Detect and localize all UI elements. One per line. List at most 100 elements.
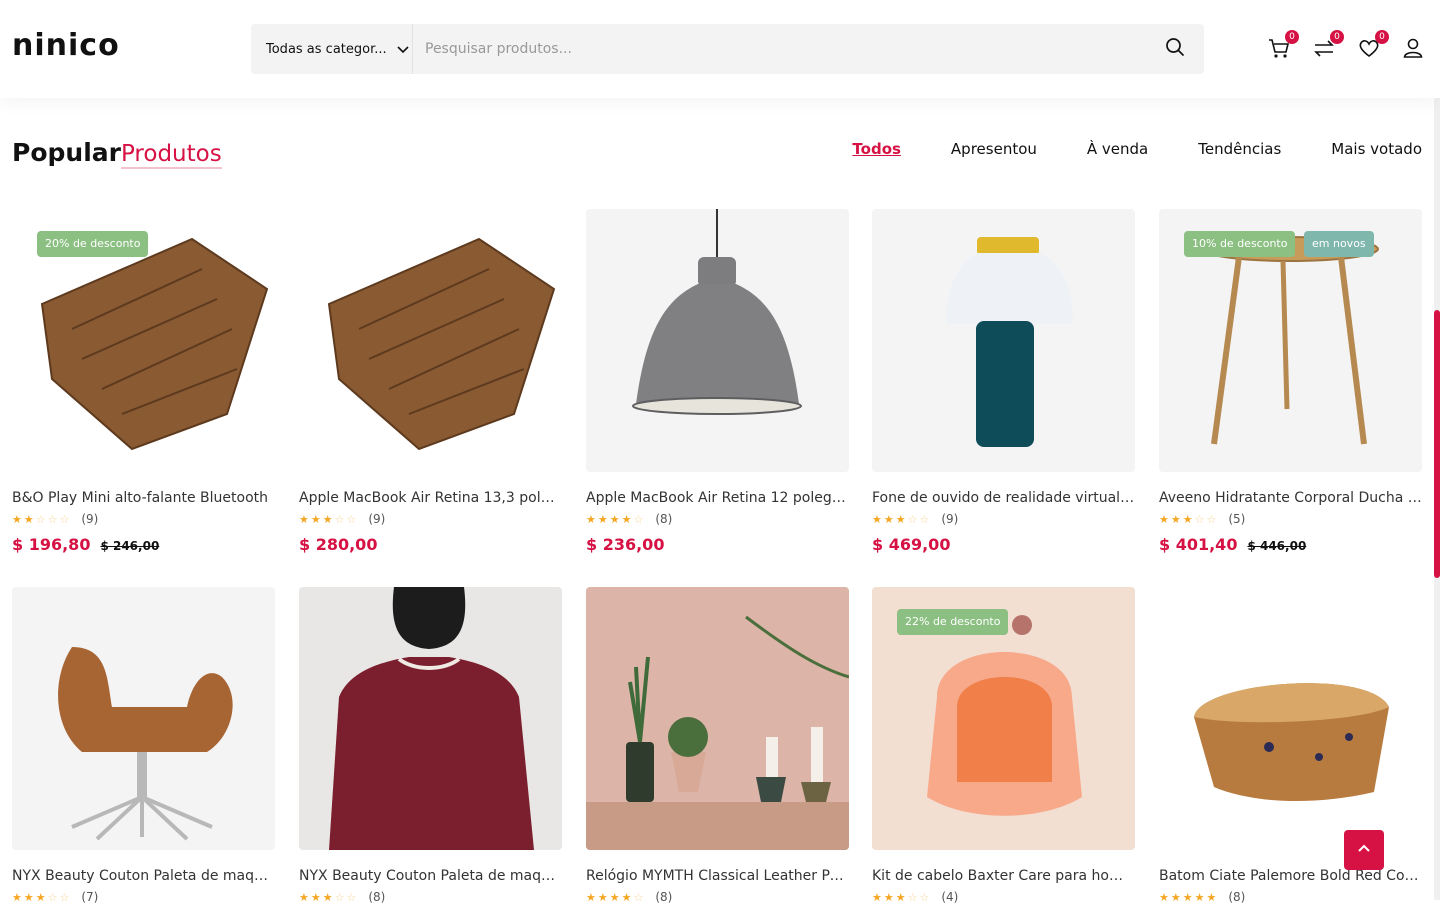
wishlist-count-badge: 0 <box>1375 30 1389 44</box>
discount-badge: 22% de desconto <box>897 609 1009 635</box>
star-rating-icon: ★★★★★ <box>1159 890 1219 904</box>
tab-mais-votado[interactable]: Mais votado <box>1331 140 1422 158</box>
search-bar: Todas as categor... <box>251 24 1204 74</box>
product-title[interactable]: Apple MacBook Air Retina 13,3 poleg... <box>299 490 562 506</box>
heart-icon <box>1357 40 1381 64</box>
product-image[interactable] <box>586 209 849 472</box>
product-card: Apple MacBook Air Retina 13,3 poleg... ★… <box>299 209 562 554</box>
star-rating-icon: ★★★☆☆ <box>299 512 359 526</box>
product-image[interactable] <box>872 209 1135 472</box>
product-image[interactable] <box>12 587 275 850</box>
product-rating: ★★★☆☆ (9) <box>872 512 1135 526</box>
review-count: (5) <box>1228 512 1246 526</box>
star-rating-icon: ★★★☆☆ <box>872 890 932 904</box>
product-image[interactable] <box>299 209 562 472</box>
product-title[interactable]: Batom Ciate Palemore Bold Red Color <box>1159 868 1422 884</box>
search-button[interactable] <box>1146 24 1204 74</box>
new-badge: em novos <box>1304 231 1374 257</box>
page-scrollbar[interactable] <box>1434 0 1440 900</box>
sweater-icon <box>299 587 562 850</box>
tab-apresentou[interactable]: Apresentou <box>951 140 1037 158</box>
category-select[interactable]: Todas as categor... <box>251 24 413 74</box>
product-price: $ 196,80 $ 246,00 <box>12 535 275 554</box>
product-rating: ★★★★★ (8) <box>1159 890 1422 904</box>
site-logo[interactable]: ninico <box>12 28 120 63</box>
product-title[interactable]: Apple MacBook Air Retina 12 polegad... <box>586 490 849 506</box>
table-lamp-icon <box>946 237 1073 447</box>
review-count: (9) <box>81 512 99 526</box>
tab-tendencias[interactable]: Tendências <box>1198 140 1281 158</box>
product-title[interactable]: Relógio MYMTH Classical Leather Preto <box>586 868 849 884</box>
section-title-main: Popular <box>12 138 121 167</box>
product-title[interactable]: NYX Beauty Couton Paleta de maquia... <box>12 868 275 884</box>
cart-button[interactable]: 0 <box>1267 30 1299 64</box>
product-title[interactable]: B&O Play Mini alto-falante Bluetooth <box>12 490 275 506</box>
review-count: (9) <box>941 512 959 526</box>
product-rating: ★★★☆☆ (7) <box>12 890 275 904</box>
product-title[interactable]: Aveeno Hidratante Corporal Ducha 45... <box>1159 490 1422 506</box>
review-count: (8) <box>1228 890 1246 904</box>
compare-count-badge: 0 <box>1330 30 1344 44</box>
product-card: NYX Beauty Couton Paleta de maquia... ★★… <box>299 587 562 904</box>
current-price: $ 196,80 <box>12 535 91 554</box>
product-image[interactable] <box>586 587 849 850</box>
product-rating: ★★★★☆ (8) <box>586 512 849 526</box>
star-rating-icon: ★★☆☆☆ <box>12 512 72 526</box>
product-rating: ★★★☆☆ (8) <box>299 890 562 904</box>
chevron-up-icon <box>1357 841 1371 860</box>
scrollbar-thumb[interactable] <box>1434 310 1440 578</box>
category-select-label: Todas as categor... <box>266 41 387 57</box>
review-count: (8) <box>655 890 673 904</box>
review-count: (4) <box>941 890 959 904</box>
star-rating-icon: ★★★☆☆ <box>12 890 72 904</box>
compare-button[interactable]: 0 <box>1312 30 1344 64</box>
bread-slices-icon <box>327 237 556 451</box>
product-card: Relógio MYMTH Classical Leather Preto ★★… <box>586 587 849 904</box>
current-price: $ 469,00 <box>872 535 951 554</box>
product-image[interactable] <box>1159 587 1422 850</box>
section-title: PopularProdutos <box>12 138 222 169</box>
tab-todos[interactable]: Todos <box>852 140 901 158</box>
compare-arrows-icon <box>1312 40 1336 64</box>
current-price: $ 401,40 <box>1159 535 1238 554</box>
review-count: (9) <box>368 512 386 526</box>
product-image[interactable] <box>299 587 562 850</box>
discount-badge: 20% de desconto <box>37 231 149 257</box>
old-price: $ 246,00 <box>100 539 160 553</box>
search-input[interactable] <box>413 24 1146 74</box>
product-card: 22% de desconto Kit de cabelo Baxter Car… <box>872 587 1135 904</box>
tab-a-venda[interactable]: À venda <box>1087 140 1148 158</box>
wishlist-button[interactable]: 0 <box>1357 30 1389 64</box>
product-card: 10% de desconto em novos Aveeno Hidratan… <box>1159 209 1422 554</box>
search-icon <box>1165 37 1185 61</box>
product-title[interactable]: Kit de cabelo Baxter Care para homen... <box>872 868 1135 884</box>
account-button[interactable] <box>1401 36 1427 62</box>
lounge-chair-icon <box>58 647 233 841</box>
product-card: NYX Beauty Couton Paleta de maquia... ★★… <box>12 587 275 904</box>
discount-badge: 10% de desconto <box>1184 231 1296 257</box>
chevron-down-icon <box>396 42 410 56</box>
product-image[interactable]: 10% de desconto em novos <box>1159 209 1422 472</box>
product-title[interactable]: Fone de ouvido de realidade virtual S... <box>872 490 1135 506</box>
product-image[interactable]: 20% de desconto <box>12 209 275 472</box>
product-image[interactable]: 22% de desconto <box>872 587 1135 850</box>
cart-count-badge: 0 <box>1285 30 1299 44</box>
product-card: 20% de desconto B&O Play Mini alto-falan… <box>12 209 275 554</box>
cart-icon <box>1267 39 1291 64</box>
section-title-accent: Produtos <box>120 141 222 169</box>
product-title[interactable]: NYX Beauty Couton Paleta de maquia... <box>299 868 562 884</box>
product-rating: ★★★★☆ (8) <box>586 890 849 904</box>
star-rating-icon: ★★★☆☆ <box>1159 512 1219 526</box>
scroll-to-top-button[interactable] <box>1344 830 1384 870</box>
product-card: Fone de ouvido de realidade virtual S...… <box>872 209 1135 554</box>
old-price: $ 446,00 <box>1247 539 1307 553</box>
review-count: (8) <box>368 890 386 904</box>
crumb-cake-icon <box>1194 683 1389 802</box>
star-rating-icon: ★★★★☆ <box>586 512 646 526</box>
star-rating-icon: ★★★☆☆ <box>299 890 359 904</box>
pendant-lamp-icon <box>632 209 802 415</box>
product-rating: ★★☆☆☆ (9) <box>12 512 275 526</box>
star-rating-icon: ★★★☆☆ <box>872 512 932 526</box>
product-price: $ 280,00 <box>299 535 562 554</box>
product-rating: ★★★☆☆ (9) <box>299 512 562 526</box>
